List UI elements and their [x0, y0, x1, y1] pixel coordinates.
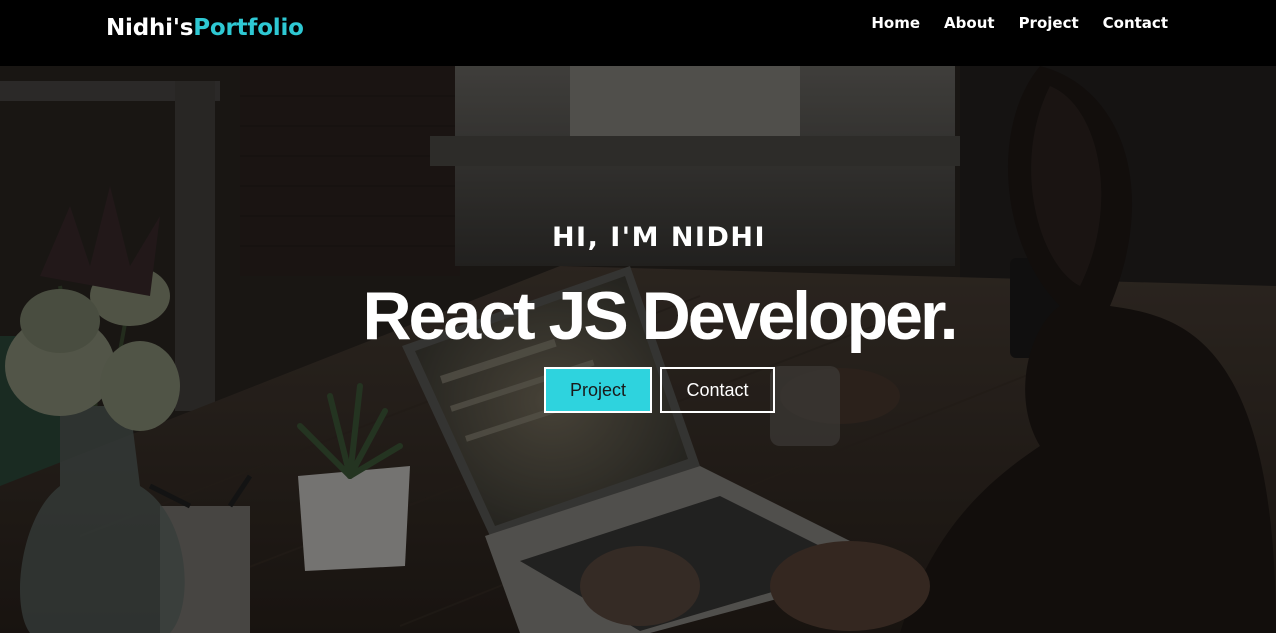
hero-section: HI, I'M NIDHI React JS Developer. Projec… [0, 66, 1276, 633]
nav-item-contact: Contact [1103, 14, 1168, 33]
nav-item-about: About [944, 14, 995, 33]
hero-headline: React JS Developer. [362, 278, 958, 354]
hero-greeting: HI, I'M NIDHI [551, 222, 767, 253]
nav-link-home[interactable]: Home [871, 14, 920, 32]
brand-name-primary: Nidhi's [106, 15, 194, 41]
nav-item-home: Home [871, 14, 920, 33]
navbar: Nidhi'sPortfolio Home About Project Cont… [0, 0, 1276, 66]
contact-button[interactable]: Contact [660, 367, 775, 413]
brand-name-accent: Portfolio [193, 15, 304, 41]
nav-link-project[interactable]: Project [1019, 14, 1079, 32]
nav-link-about[interactable]: About [944, 14, 995, 32]
project-button[interactable]: Project [544, 367, 652, 413]
nav-menu: Home About Project Contact [871, 14, 1168, 33]
brand-logo[interactable]: Nidhi'sPortfolio [106, 15, 304, 41]
hero-content: HI, I'M NIDHI React JS Developer. Projec… [0, 66, 1276, 633]
nav-item-project: Project [1019, 14, 1079, 33]
nav-link-contact[interactable]: Contact [1103, 14, 1168, 32]
